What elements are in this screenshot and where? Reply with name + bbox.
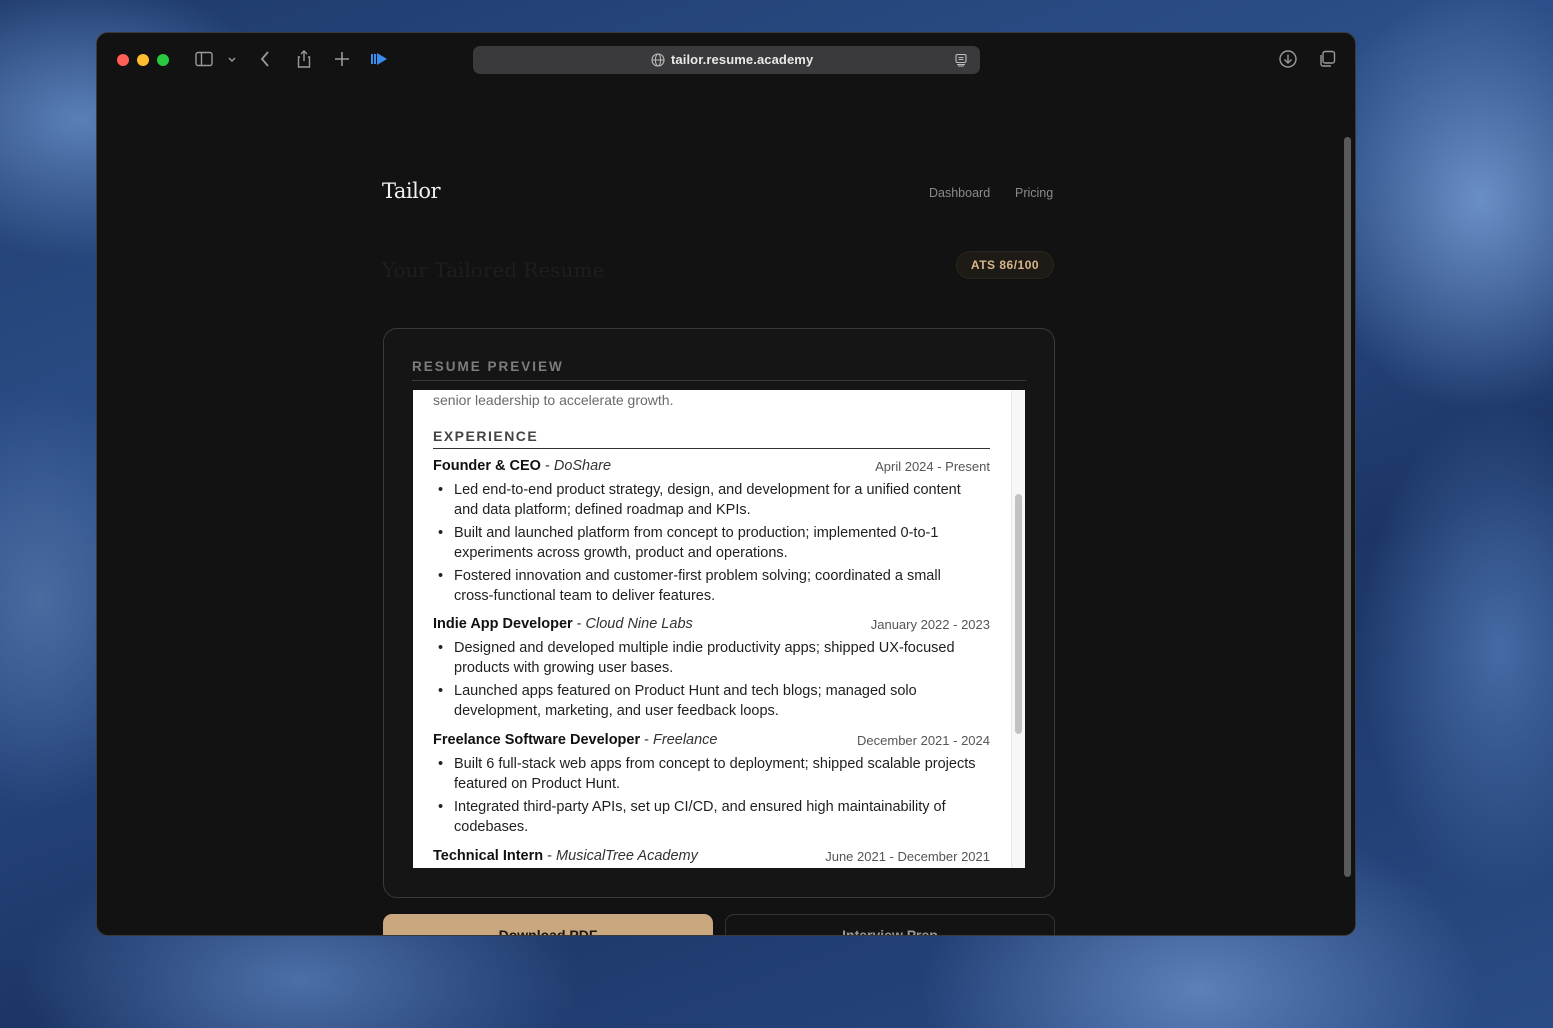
downloads-icon[interactable] — [1278, 49, 1298, 69]
share-icon[interactable] — [295, 49, 313, 69]
job-title: Technical Intern — [433, 848, 544, 864]
browser-toolbar: tailor.resume.academy — [97, 33, 1355, 87]
job-bullet: Integrated third-party APIs, set up CI/C… — [433, 797, 990, 837]
job-company: Freelance — [653, 732, 718, 748]
browser-window: tailor.resume.academy Tailor Dashboard P… — [96, 32, 1356, 936]
job-separator: - — [572, 616, 586, 632]
job-company: DoShare — [553, 458, 612, 474]
close-window-button[interactable] — [117, 54, 129, 66]
job-title: Indie App Developer — [433, 616, 573, 632]
job-company: Cloud Nine Labs — [585, 616, 693, 632]
zoom-window-button[interactable] — [157, 54, 169, 66]
page-scrollbar[interactable] — [1340, 87, 1355, 935]
summary-text: senior leadership to accelerate growth. — [433, 392, 674, 408]
job-dates: April 2024 - Present — [875, 459, 990, 474]
job-entry: Technical Intern - MusicalTree Academy J… — [433, 848, 990, 868]
globe-icon — [651, 53, 665, 72]
job-bullet: Led end-to-end product strategy, design,… — [433, 480, 990, 520]
job-bullet: Launched apps featured on Product Hunt a… — [433, 681, 990, 721]
url-text: tailor.resume.academy — [671, 52, 814, 67]
resume-preview-label: RESUME PREVIEW — [412, 359, 564, 374]
job-bullet: Built 6 full-stack web apps from concept… — [433, 754, 990, 794]
address-bar[interactable]: tailor.resume.academy — [473, 46, 980, 74]
ats-score-badge: ATS 86/100 — [956, 251, 1054, 279]
resume-document[interactable]: senior leadership to accelerate growth. … — [413, 390, 1025, 868]
job-title: Founder & CEO — [433, 458, 541, 474]
page-content: Tailor Dashboard Pricing Your Tailored R… — [97, 87, 1342, 935]
job-bullet: Built and launched platform from concept… — [433, 523, 990, 563]
sidebar-icon[interactable] — [194, 49, 214, 69]
job-entry: Freelance Software Developer - Freelance… — [433, 732, 990, 840]
reader-icon[interactable] — [954, 53, 968, 72]
extension-icon[interactable] — [369, 49, 389, 69]
job-separator: - — [540, 458, 554, 474]
download-pdf-button[interactable]: Download PDF — [383, 914, 713, 935]
job-separator: - — [640, 732, 654, 748]
page-title: Your Tailored Resume — [382, 258, 605, 282]
job-dates: June 2021 - December 2021 — [825, 849, 990, 864]
new-tab-icon[interactable] — [333, 49, 351, 69]
resume-preview-panel: RESUME PREVIEW senior leadership to acce… — [383, 328, 1055, 898]
tabs-overview-icon[interactable] — [1317, 49, 1337, 69]
page-scrollbar-thumb[interactable] — [1344, 137, 1351, 877]
job-entry: Indie App Developer - Cloud Nine Labs Ja… — [433, 616, 990, 724]
job-title: Freelance Software Developer — [433, 732, 641, 748]
job-company: MusicalTree Academy — [556, 848, 698, 864]
site-logo[interactable]: Tailor — [382, 179, 441, 203]
job-entry: Founder & CEO - DoShare April 2024 - Pre… — [433, 458, 990, 609]
minimize-window-button[interactable] — [137, 54, 149, 66]
experience-heading: EXPERIENCE — [433, 428, 539, 444]
job-bullet: Designed and developed multiple indie pr… — [433, 638, 990, 678]
job-dates: January 2022 - 2023 — [870, 617, 990, 632]
nav-dashboard-link[interactable]: Dashboard — [929, 186, 990, 200]
nav-pricing-link[interactable]: Pricing — [1015, 186, 1053, 200]
resume-scrollbar-thumb[interactable] — [1015, 494, 1022, 734]
interview-prep-button[interactable]: Interview Prep — [725, 914, 1055, 935]
job-dates: December 2021 - 2024 — [857, 733, 990, 748]
section-divider — [433, 448, 990, 449]
job-bullet: Fostered innovation and customer-first p… — [433, 566, 990, 606]
resume-scrollbar[interactable] — [1011, 390, 1025, 868]
chevron-down-icon[interactable] — [226, 49, 238, 69]
back-icon[interactable] — [257, 49, 273, 69]
job-separator: - — [543, 848, 557, 864]
divider — [412, 380, 1026, 381]
